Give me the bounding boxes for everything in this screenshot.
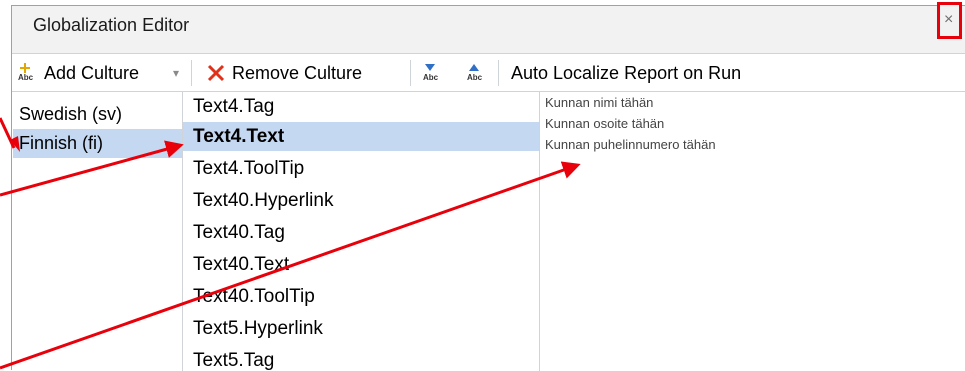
toolbar-divider	[410, 60, 411, 86]
auto-localize-label: Auto Localize Report on Run	[511, 63, 742, 83]
add-culture-label: Add Culture	[44, 63, 140, 83]
list-item[interactable]: Text40.Tag	[183, 218, 539, 247]
globalization-editor-dialog: Globalization Editor × Abc Add Culture ▾	[11, 2, 965, 371]
add-abc-icon: Abc	[18, 62, 34, 84]
chevron-down-icon[interactable]: ▾	[173, 60, 179, 86]
list-item[interactable]: Text40.Text	[183, 250, 539, 279]
resource-list[interactable]: Text4.Tag Text4.Text Text4.ToolTip Text4…	[183, 92, 540, 371]
culture-item-swedish[interactable]: Swedish (sv)	[13, 100, 182, 129]
move-up-abc-icon: Abc	[467, 62, 483, 84]
close-icon: ×	[944, 11, 954, 28]
value-line: Kunnan puhelinnumero tähän	[545, 137, 716, 152]
list-item[interactable]: Text40.Hyperlink	[183, 186, 539, 215]
value-line: Kunnan osoite tähän	[545, 116, 665, 131]
culture-item-finnish[interactable]: Finnish (fi)	[13, 129, 182, 158]
resource-label: Text4.Text	[193, 126, 285, 147]
move-down-abc-icon: Abc	[423, 62, 439, 84]
title-bar: Globalization Editor ×	[12, 2, 965, 54]
auto-localize-button[interactable]: Auto Localize Report on Run	[511, 60, 741, 86]
resource-label: Text40.Hyperlink	[193, 190, 334, 211]
background-strip	[0, 0, 11, 370]
list-item[interactable]: Text4.Text	[183, 122, 539, 151]
resource-label: Text40.Tag	[193, 222, 285, 243]
move-culture-up-button[interactable]: Abc	[467, 60, 485, 86]
toolbar-divider	[498, 60, 499, 86]
value-line: Kunnan nimi tähän	[545, 95, 654, 110]
remove-culture-label: Remove Culture	[232, 63, 363, 83]
value-editor[interactable]: Kunnan nimi tähän Kunnan osoite tähän Ku…	[540, 92, 965, 371]
culture-item-label: Finnish (fi)	[19, 133, 104, 153]
list-item[interactable]: Text5.Tag	[183, 346, 539, 371]
culture-list[interactable]: Swedish (sv) Finnish (fi)	[13, 92, 183, 371]
toolbar: Abc Add Culture ▾ Remove Culture Abc Abc…	[12, 54, 965, 92]
resource-label: Text40.Text	[193, 254, 290, 275]
toolbar-divider	[191, 60, 192, 86]
close-button[interactable]: ×	[937, 2, 962, 39]
list-item[interactable]: Text4.ToolTip	[183, 154, 539, 183]
list-item[interactable]: Text4.Tag	[183, 92, 539, 121]
move-culture-down-button[interactable]: Abc	[423, 60, 441, 86]
resource-label: Text40.ToolTip	[193, 286, 315, 307]
resource-label: Text5.Hyperlink	[193, 318, 323, 339]
list-item[interactable]: Text40.ToolTip	[183, 282, 539, 311]
resource-label: Text5.Tag	[193, 350, 275, 371]
resource-label: Text4.Tag	[193, 96, 275, 117]
culture-item-label: Swedish (sv)	[19, 104, 123, 124]
list-item[interactable]: Text5.Hyperlink	[183, 314, 539, 343]
resource-label: Text4.ToolTip	[193, 158, 305, 179]
red-x-icon	[206, 63, 226, 83]
dialog-title: Globalization Editor	[33, 15, 190, 35]
